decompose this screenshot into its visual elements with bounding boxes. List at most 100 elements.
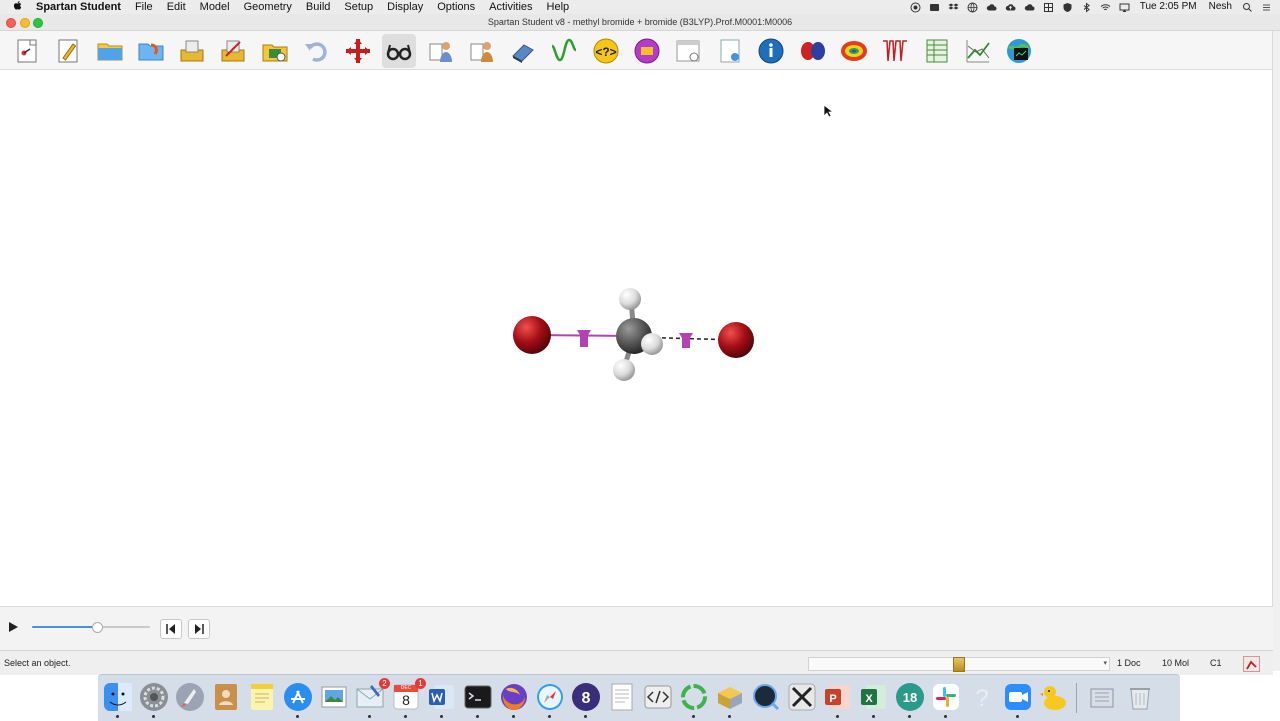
calendar-icon[interactable]: DEC 8 1	[390, 678, 426, 718]
new-sketch-icon[interactable]	[51, 34, 85, 68]
spectra-icon[interactable]	[878, 34, 912, 68]
plot-graph-icon[interactable]	[961, 34, 995, 68]
apple-menu-icon[interactable]	[0, 0, 36, 15]
quicktime-icon[interactable]	[750, 681, 782, 713]
app-store-icon[interactable]	[282, 681, 314, 718]
undo-icon[interactable]	[299, 34, 333, 68]
shield-s-icon[interactable]	[1062, 2, 1073, 13]
menubar-clock[interactable]: Tue 2:05 PM	[1134, 0, 1203, 14]
molecule-model[interactable]	[0, 70, 1273, 606]
system-preferences-icon[interactable]	[138, 681, 170, 718]
app-name-menu[interactable]: Spartan Student	[36, 0, 128, 14]
wifi-icon[interactable]	[1100, 2, 1111, 13]
cloud-icon[interactable]	[986, 2, 997, 13]
firefox-icon[interactable]	[498, 681, 530, 718]
list-icon[interactable]	[1261, 2, 1272, 13]
cloud-sync-icon[interactable]	[1024, 2, 1035, 13]
file-menu[interactable]: File	[128, 0, 160, 14]
options-menu[interactable]: Options	[430, 0, 482, 14]
help-query-icon[interactable]: <?>	[589, 34, 623, 68]
insert-icon[interactable]	[258, 34, 292, 68]
molecule-slider-thumb[interactable]	[953, 657, 965, 672]
bluetooth-icon[interactable]	[1081, 1, 1092, 13]
new-build-icon[interactable]	[10, 34, 44, 68]
hydrogen-atom-top[interactable]	[619, 288, 641, 310]
animation-speed-slider[interactable]	[32, 622, 150, 633]
trash-icon[interactable]	[1124, 681, 1156, 713]
screen-icon[interactable]	[929, 2, 940, 13]
archive-utility-icon[interactable]	[714, 681, 746, 718]
downloads-icon[interactable]	[1086, 681, 1118, 713]
grid-icon[interactable]	[1043, 2, 1054, 13]
delete-icon[interactable]	[341, 34, 375, 68]
notes-icon[interactable]	[246, 681, 278, 713]
display-menu[interactable]: Display	[380, 0, 430, 14]
powerpoint-icon[interactable]: P	[822, 681, 854, 718]
word-icon[interactable]	[426, 681, 458, 718]
calculations-icon[interactable]	[630, 34, 664, 68]
x11-icon[interactable]	[786, 681, 818, 713]
spreadsheet-icon[interactable]	[920, 34, 954, 68]
bond-marker-right[interactable]	[679, 333, 693, 348]
info-icon[interactable]	[754, 34, 788, 68]
molecule-viewport[interactable]	[0, 70, 1273, 606]
play-icon[interactable]	[6, 620, 20, 634]
plots-icon[interactable]	[547, 34, 581, 68]
safari-icon[interactable]	[534, 681, 566, 718]
finder-icon[interactable]	[102, 681, 134, 718]
next-molecule-button[interactable]	[188, 619, 210, 639]
properties-icon[interactable]	[713, 34, 747, 68]
surfaces-icon[interactable]	[837, 34, 871, 68]
window-scroll-edge[interactable]	[1272, 31, 1280, 671]
open-icon[interactable]	[93, 34, 127, 68]
slider-thumb[interactable]	[91, 622, 103, 633]
molecule-slider[interactable]: ▾	[808, 657, 1110, 672]
edit-menu[interactable]: Edit	[160, 0, 193, 14]
search-icon[interactable]	[1242, 2, 1253, 13]
open-recent-icon[interactable]	[134, 34, 168, 68]
cyberduck-icon[interactable]	[1038, 681, 1070, 713]
geometry-menu[interactable]: Geometry	[237, 0, 299, 14]
textedit-icon[interactable]	[606, 681, 638, 713]
bond-marker-left[interactable]	[577, 330, 591, 347]
previous-molecule-button[interactable]	[160, 619, 182, 639]
bromine-atom-left[interactable]	[513, 316, 551, 354]
bromine-atom-right[interactable]	[718, 322, 754, 358]
sync-icon[interactable]	[678, 681, 710, 718]
databases-icon[interactable]	[1002, 34, 1036, 68]
save-icon[interactable]	[175, 34, 209, 68]
model-menu[interactable]: Model	[193, 0, 237, 14]
script-editor-icon[interactable]	[642, 681, 674, 713]
zoom-icon[interactable]	[1002, 681, 1034, 718]
menubar-user[interactable]: Nesh	[1203, 0, 1238, 14]
globe-icon[interactable]	[967, 2, 978, 13]
terminal-icon[interactable]	[462, 681, 494, 718]
help-menu[interactable]: Help	[540, 0, 577, 14]
view-icon[interactable]	[382, 34, 416, 68]
setup-menu[interactable]: Setup	[337, 0, 380, 14]
contacts-icon[interactable]	[210, 681, 242, 713]
activities-menu[interactable]: Activities	[482, 0, 539, 14]
save-as-icon[interactable]	[216, 34, 250, 68]
edit-build-icon[interactable]	[465, 34, 499, 68]
preview-icon[interactable]	[318, 681, 350, 713]
add-fragment-icon[interactable]	[424, 34, 458, 68]
energy-profile-icon[interactable]	[1243, 656, 1260, 672]
spartan-icon[interactable]: 8	[570, 681, 602, 718]
help-icon[interactable]: ?	[966, 681, 998, 713]
build-menu[interactable]: Build	[299, 0, 337, 14]
eraser-icon[interactable]	[506, 34, 540, 68]
slack-icon[interactable]	[930, 681, 962, 718]
cast-icon[interactable]	[1119, 2, 1130, 13]
mail-icon[interactable]: 2	[354, 678, 390, 718]
spartan18-icon[interactable]: 18	[894, 681, 926, 718]
hydrogen-atom-front[interactable]	[641, 333, 663, 355]
output-icon[interactable]	[671, 34, 705, 68]
chevron-down-icon[interactable]: ▾	[1103, 660, 1107, 668]
orbitals-icon[interactable]	[796, 34, 830, 68]
launchpad-icon[interactable]	[174, 681, 206, 713]
record-icon[interactable]	[910, 2, 921, 13]
cloud-upload-icon[interactable]	[1005, 2, 1016, 13]
excel-icon[interactable]: X	[858, 681, 890, 718]
hydrogen-atom-bottom[interactable]	[613, 359, 635, 381]
